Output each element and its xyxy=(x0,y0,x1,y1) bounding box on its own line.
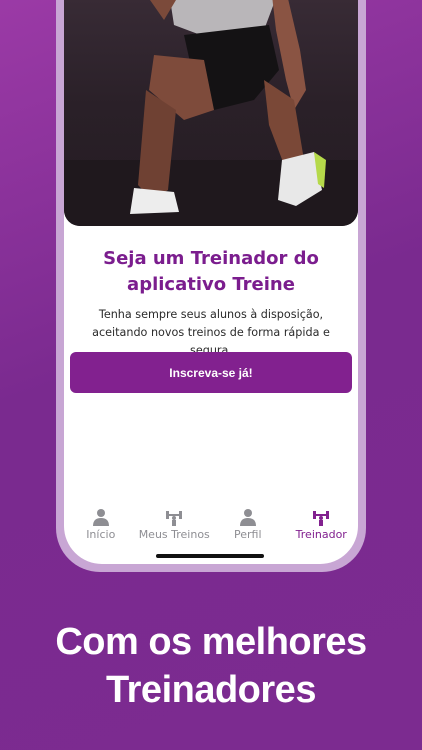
dumbbell-icon xyxy=(165,508,183,526)
person-icon xyxy=(92,508,110,526)
tab-label: Início xyxy=(86,528,116,541)
promo-caption: Com os melhores Treinadores xyxy=(0,618,422,714)
person-icon xyxy=(239,508,257,526)
tab-meus-treinos[interactable]: Meus Treinos xyxy=(138,508,212,548)
dumbbell-icon xyxy=(312,508,330,526)
tab-label: Treinador xyxy=(295,528,347,541)
caption-line-1: Com os melhores xyxy=(55,621,367,663)
signup-button[interactable]: Inscreva-se já! xyxy=(70,352,352,393)
tab-label: Meus Treinos xyxy=(138,528,210,541)
tab-label: Perfil xyxy=(233,528,262,541)
phone-frame: Seja um Treinador do aplicativo Treine T… xyxy=(56,0,366,572)
app-screen: Seja um Treinador do aplicativo Treine T… xyxy=(64,0,358,564)
tab-perfil[interactable]: Perfil xyxy=(211,508,285,548)
page-title: Seja um Treinador do aplicativo Treine xyxy=(103,248,319,295)
caption-line-2: Treinadores xyxy=(106,669,316,711)
home-indicator xyxy=(156,554,264,558)
trainer-illustration xyxy=(64,0,358,226)
tab-bar: Início Meus Treinos Perfil Treinador xyxy=(64,508,358,548)
tab-inicio[interactable]: Início xyxy=(64,508,138,548)
hero-image xyxy=(64,0,358,226)
tab-treinador[interactable]: Treinador xyxy=(285,508,359,548)
